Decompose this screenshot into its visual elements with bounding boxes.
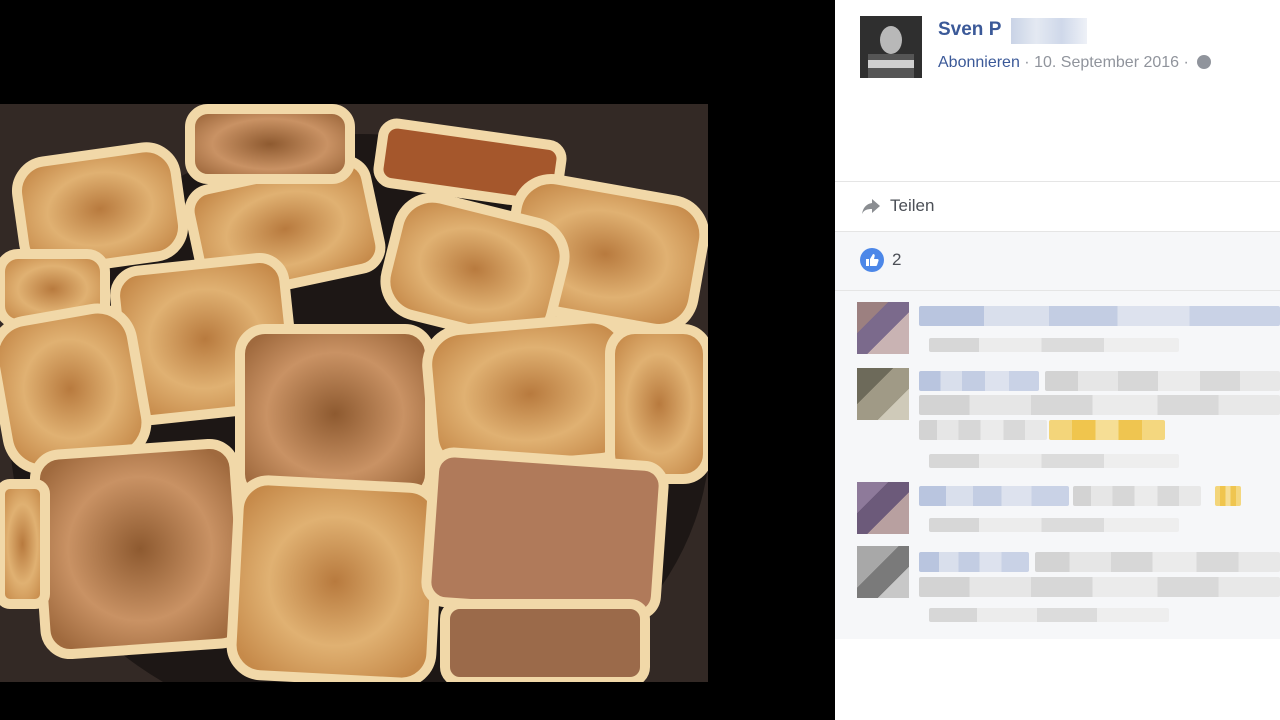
comment-text-blurred: [1035, 552, 1280, 572]
comments-section: 2: [835, 231, 1280, 639]
divider: [835, 181, 1280, 182]
like-count: 2: [892, 250, 902, 269]
comment-text-blurred: [919, 577, 1280, 597]
comment-emoji-blurred: [1215, 486, 1241, 506]
thumbs-up-icon: [860, 248, 884, 272]
comment-author-blurred: [919, 552, 1029, 572]
author-name-blur: [1011, 18, 1087, 44]
meta-separator: ·: [1024, 54, 1030, 71]
toast-photo-illustration: [0, 104, 708, 682]
comment-text-blurred: [1073, 486, 1201, 506]
comment-meta-blurred: [929, 338, 1179, 352]
comment-emoji-blurred: [1049, 420, 1165, 440]
photo-viewer: [0, 0, 835, 720]
avatar-image: [860, 16, 922, 78]
post-date[interactable]: 10. September 2016: [1034, 54, 1179, 71]
globe-icon: [1197, 55, 1212, 69]
thumbs-up-glyph: [866, 254, 879, 266]
author-avatar[interactable]: [860, 16, 922, 78]
post-meta: Abonnieren · 10. September 2016 ·: [938, 54, 1212, 72]
divider: [835, 290, 1280, 291]
comment-text-blurred: [919, 395, 1280, 415]
comment-meta-blurred: [929, 608, 1169, 622]
post-photo[interactable]: [0, 104, 708, 682]
comment-author-blurred: [919, 371, 1039, 391]
comment-text-blurred: [1045, 371, 1280, 391]
comment-meta-blurred: [929, 454, 1179, 468]
comment-text-blurred: [919, 420, 1047, 440]
share-button[interactable]: Teilen: [860, 194, 934, 218]
comment-avatar[interactable]: [857, 546, 909, 598]
share-label: Teilen: [890, 196, 935, 215]
follow-link[interactable]: Abonnieren: [938, 54, 1020, 71]
reactions-summary[interactable]: 2: [860, 248, 901, 272]
post-sidebar: Sven P Abonnieren · 10. September 2016 ·…: [835, 0, 1280, 720]
comment-avatar[interactable]: [857, 368, 909, 420]
meta-separator: ·: [1183, 54, 1189, 71]
comment-avatar[interactable]: [857, 482, 909, 534]
comment-meta-blurred: [929, 518, 1179, 532]
comment-avatar[interactable]: [857, 302, 909, 354]
comment-text-blurred: [919, 306, 1280, 326]
share-arrow-icon: [862, 199, 880, 214]
author-name[interactable]: Sven P: [938, 19, 1001, 41]
comment-author-blurred: [919, 486, 1069, 506]
